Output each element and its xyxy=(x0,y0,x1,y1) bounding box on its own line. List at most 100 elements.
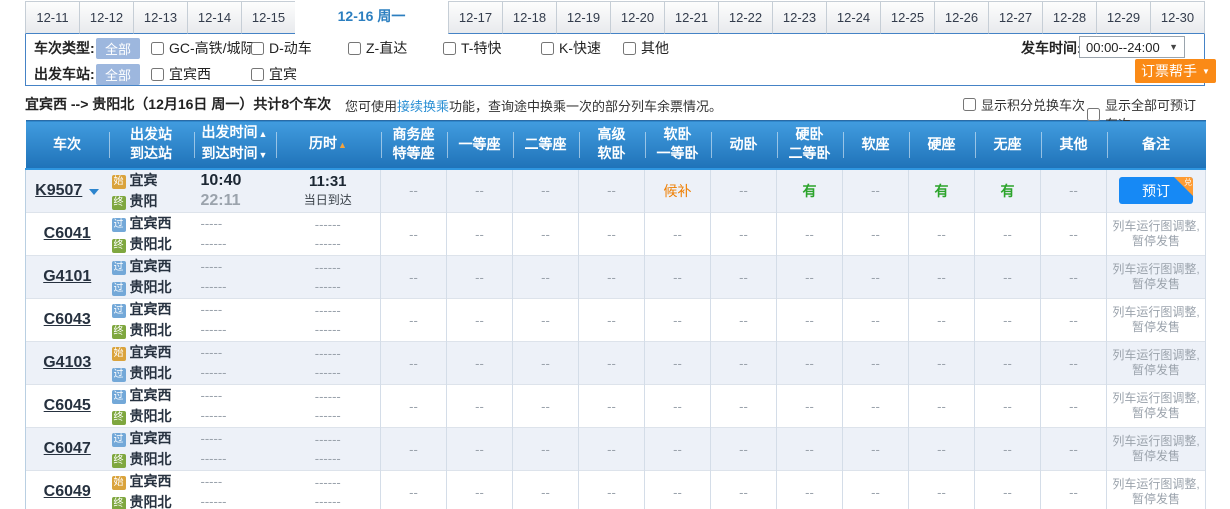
seat-cell-5: -- xyxy=(645,385,711,428)
seat-cell-2: -- xyxy=(447,385,513,428)
duration-note: 当日到达 xyxy=(276,191,381,210)
duration-cell: ------------ xyxy=(276,299,381,342)
date-tab-12-11[interactable]: 12-11 xyxy=(25,1,79,34)
date-tab-12-17[interactable]: 12-17 xyxy=(448,1,502,34)
sort-asc-icon[interactable]: ▲ xyxy=(259,129,268,139)
train-type-option-4[interactable]: T-特快 xyxy=(443,38,501,58)
train-number-link[interactable]: G4103 xyxy=(43,354,91,371)
date-tab-12-19[interactable]: 12-19 xyxy=(556,1,610,34)
times-cell: ----------- xyxy=(194,256,276,299)
date-tab-12-23[interactable]: 12-23 xyxy=(772,1,826,34)
train-results-table: 车次出发站到达站出发时间▲到达时间▼历时▲商务座特等座一等座二等座高级软卧软卧一… xyxy=(25,120,1206,509)
sort-asc-icon[interactable]: ▲ xyxy=(338,140,347,150)
station-badge-过: 过 xyxy=(112,261,126,275)
train-type-checkbox-1[interactable] xyxy=(151,42,164,55)
depart-time-select[interactable]: 00:00--24:00 ▼ xyxy=(1079,36,1185,58)
train-type-option-label: Z-直达 xyxy=(366,38,407,58)
train-number-link[interactable]: C6045 xyxy=(44,397,91,414)
duration-note: ------ xyxy=(276,406,381,425)
date-tab-12-21[interactable]: 12-21 xyxy=(664,1,718,34)
train-type-option-label: 其他 xyxy=(641,38,669,58)
col-header-4[interactable]: 历时▲ xyxy=(276,121,381,169)
seat-cell-4: -- xyxy=(579,299,645,342)
train-number-link[interactable]: G4101 xyxy=(43,268,91,285)
train-number-link[interactable]: K9507 xyxy=(35,182,82,199)
depart-station-option-2[interactable]: 宜宾 xyxy=(251,64,297,84)
date-tab-12-18[interactable]: 12-18 xyxy=(502,1,556,34)
points-trains-checkbox-input[interactable] xyxy=(963,98,976,111)
seat-cell-6: -- xyxy=(711,428,777,471)
train-type-option-1[interactable]: GC-高铁/城际 xyxy=(151,38,255,58)
date-tab-12-29[interactable]: 12-29 xyxy=(1096,1,1150,34)
date-tab-12-30[interactable]: 12-30 xyxy=(1150,1,1205,34)
from-station-name: 宜宾西 xyxy=(130,387,172,403)
date-tab-12-27[interactable]: 12-27 xyxy=(988,1,1042,34)
book-button[interactable]: 预订兑 xyxy=(1119,177,1193,204)
date-tab-selected[interactable]: 12-16 周一 xyxy=(305,1,438,35)
train-row-G4103: G4103始宜宾西过贵阳北---------------------------… xyxy=(26,342,1206,385)
depart-time: ----- xyxy=(201,429,276,449)
expand-stops-icon[interactable] xyxy=(89,189,99,195)
show-points-trains-checkbox[interactable]: 显示积分兑换车次 xyxy=(963,95,1085,114)
seat-cell-11: -- xyxy=(1041,342,1107,385)
train-type-all-badge[interactable]: 全部 xyxy=(96,38,140,59)
train-number-cell: C6049 xyxy=(26,471,109,509)
date-tab-12-25[interactable]: 12-25 xyxy=(880,1,934,34)
col-header-2: 出发站到达站 xyxy=(109,121,194,169)
depart-station-all-badge[interactable]: 全部 xyxy=(96,64,140,85)
sort-desc-icon[interactable]: ▼ xyxy=(259,150,268,160)
depart-station-option-label: 宜宾西 xyxy=(169,64,211,84)
seat-cell-2: -- xyxy=(447,256,513,299)
remark-cell: 列车运行图调整,暂停发售 xyxy=(1107,342,1206,385)
depart-station-checkbox-2[interactable] xyxy=(251,68,264,81)
date-tab-12-15[interactable]: 12-15 xyxy=(241,1,295,34)
train-number-link[interactable]: C6047 xyxy=(44,440,91,457)
seat-cell-10: -- xyxy=(975,299,1041,342)
date-tab-12-13[interactable]: 12-13 xyxy=(133,1,187,34)
seat-cell-2: -- xyxy=(447,299,513,342)
station-badge-始: 始 xyxy=(112,476,126,490)
duration-value: ------ xyxy=(276,387,381,406)
train-number-link[interactable]: C6043 xyxy=(44,311,91,328)
date-tab-12-26[interactable]: 12-26 xyxy=(934,1,988,34)
train-type-checkbox-6[interactable] xyxy=(623,42,636,55)
date-tab-12-20[interactable]: 12-20 xyxy=(610,1,664,34)
date-tab-12-12[interactable]: 12-12 xyxy=(79,1,133,34)
train-type-option-3[interactable]: Z-直达 xyxy=(348,38,407,58)
train-number-link[interactable]: C6041 xyxy=(44,225,91,242)
info-bar: 宜宾西 --> 贵阳北（12月16日 周一）共计8个车次 您可使用接续换乘功能，… xyxy=(25,90,1205,116)
train-type-checkbox-2[interactable] xyxy=(251,42,264,55)
seat-cell-1: -- xyxy=(381,342,447,385)
header-separator xyxy=(711,132,712,158)
date-tab-12-14[interactable]: 12-14 xyxy=(187,1,241,34)
seat-cell-10: -- xyxy=(975,428,1041,471)
date-tab-12-28[interactable]: 12-28 xyxy=(1042,1,1096,34)
train-type-checkbox-3[interactable] xyxy=(348,42,361,55)
duration-note: ------ xyxy=(276,277,381,296)
col-header-14: 无座 xyxy=(975,121,1041,169)
train-type-checkbox-4[interactable] xyxy=(443,42,456,55)
seat-cell-11: -- xyxy=(1041,256,1107,299)
train-type-option-6[interactable]: 其他 xyxy=(623,38,669,58)
depart-station-option-1[interactable]: 宜宾西 xyxy=(151,64,211,84)
date-tab-12-22[interactable]: 12-22 xyxy=(718,1,772,34)
train-type-checkbox-5[interactable] xyxy=(541,42,554,55)
arrive-time: ------ xyxy=(201,406,276,426)
all-bookable-checkbox-input[interactable] xyxy=(1087,108,1100,121)
col-header-12: 软座 xyxy=(843,121,909,169)
train-number-link[interactable]: C6049 xyxy=(44,483,91,500)
transfer-link[interactable]: 接续换乘 xyxy=(397,99,449,114)
train-type-option-2[interactable]: D-动车 xyxy=(251,38,312,58)
col-header-3[interactable]: 出发时间▲到达时间▼ xyxy=(194,121,276,169)
station-badge-过: 过 xyxy=(112,433,126,447)
date-tab-12-24[interactable]: 12-24 xyxy=(826,1,880,34)
booking-helper-button[interactable]: 订票帮手 ▼ xyxy=(1135,59,1216,83)
seat-cell-7: -- xyxy=(777,428,843,471)
from-station-line: 过宜宾西 xyxy=(112,213,194,234)
header-separator xyxy=(381,132,382,158)
from-station-line: 始宜宾西 xyxy=(112,471,194,492)
train-type-option-5[interactable]: K-快速 xyxy=(541,38,601,58)
seat-cell-9: -- xyxy=(909,299,975,342)
seat-cell-5: -- xyxy=(645,299,711,342)
depart-station-checkbox-1[interactable] xyxy=(151,68,164,81)
